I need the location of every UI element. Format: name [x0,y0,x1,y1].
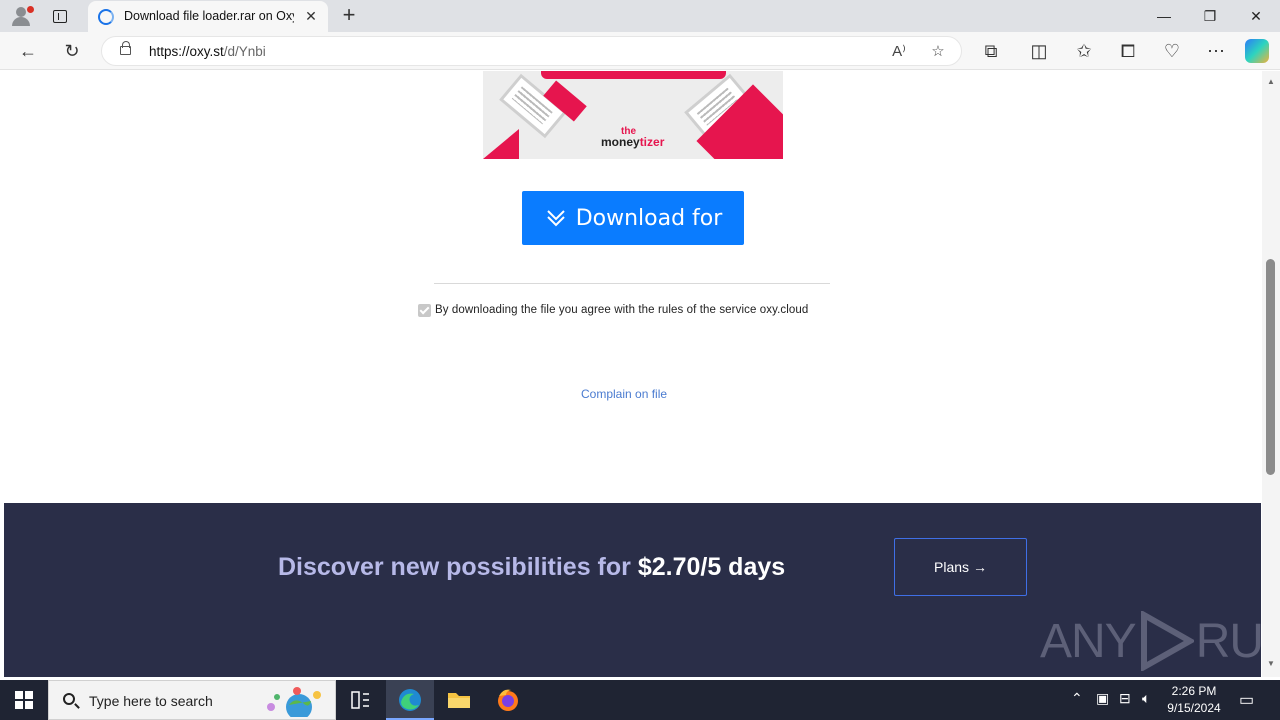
favorite-star-icon[interactable]: ☆ [927,41,949,63]
tray-chevron-icon[interactable]: ⌃ [1071,690,1083,707]
oxy-favicon-icon [98,9,114,25]
moneytizer-logo: the moneytizer [601,126,665,149]
browser-essentials-icon[interactable]: ♡ [1158,37,1186,65]
refresh-icon[interactable]: ↻ [58,37,86,65]
divider [434,283,830,284]
profile-icon[interactable] [8,4,36,28]
taskbar-clock[interactable]: 2:26 PM 9/15/2024 [1162,683,1226,717]
ad-banner[interactable]: the moneytizer [483,71,783,159]
windows-taskbar: Type here to search ⌃ ▣ ⊟ 🔈︎ 2:26 PM 9/1… [0,680,1280,720]
back-icon[interactable]: ← [14,37,42,65]
copilot-icon[interactable] [1245,39,1269,63]
search-placeholder: Type here to search [89,693,213,709]
minimize-icon[interactable]: — [1141,0,1187,32]
collections-icon[interactable]: ⧠ [1114,37,1142,65]
anyrun-play-icon [1140,611,1194,671]
tab-title: Download file loader.rar on Oxy.Cloud [124,9,294,23]
network-icon[interactable]: ⊟ [1119,690,1131,707]
active-tab[interactable]: Download file loader.rar on Oxy.Cloud ✕ [88,1,328,32]
scroll-thumb[interactable] [1266,259,1275,475]
complain-link[interactable]: Complain on file [581,387,667,401]
more-menu-icon[interactable]: ⋯ [1202,37,1230,65]
scroll-down-icon[interactable]: ▼ [1266,659,1276,669]
anyrun-watermark: ANY RUN [1040,611,1262,671]
new-tab-icon[interactable]: + [337,4,361,28]
page-viewport: the moneytizer Download for By downloadi… [0,71,1262,677]
ad-pink-bar [541,71,726,79]
ad-pink-shape-left [483,129,519,159]
plans-button[interactable]: Plans → [894,538,1027,596]
close-window-icon[interactable]: ✕ [1233,0,1279,32]
download-button[interactable]: Download for [522,191,744,245]
agree-text: By downloading the file you agree with t… [435,304,809,316]
address-bar[interactable]: https://oxy.st/d/Ynbi A⁾ ☆ [101,36,962,66]
file-explorer-icon[interactable] [435,680,483,720]
promo-headline: Discover new possibilities for $2.70/5 d… [278,553,786,581]
scroll-up-icon[interactable]: ▲ [1266,77,1276,87]
agree-checkbox[interactable] [418,303,431,317]
read-aloud-icon[interactable]: A⁾ [888,41,910,63]
edge-taskbar-icon[interactable] [386,680,434,720]
search-highlight-icon [267,687,321,717]
browser-toolbar: ← ↻ https://oxy.st/d/Ynbi A⁾ ☆ ⧉ ◫ ✩ ⧠ ♡… [0,32,1280,70]
favorites-icon[interactable]: ✩ [1070,37,1098,65]
double-chevron-down-icon [546,210,565,227]
browser-tab-bar: Download file loader.rar on Oxy.Cloud ✕ … [0,0,1280,32]
windows-start-icon[interactable] [0,680,48,720]
taskbar-search-box[interactable]: Type here to search [48,680,336,720]
url-text: https://oxy.st/d/Ynbi [149,44,266,59]
notifications-icon[interactable]: ▭ [1239,690,1254,710]
agree-row: By downloading the file you agree with t… [418,302,808,318]
tab-actions-icon[interactable] [46,6,74,28]
promo-banner: Discover new possibilities for $2.70/5 d… [4,503,1262,677]
volume-icon[interactable]: 🔈︎ [1142,690,1150,707]
task-view-icon[interactable] [336,680,384,720]
search-icon [63,693,75,705]
lock-icon[interactable] [120,41,131,55]
tab-close-icon[interactable]: ✕ [302,7,320,25]
restore-icon[interactable]: ❐ [1187,0,1233,32]
firefox-icon[interactable] [484,680,532,720]
meet-now-icon[interactable]: ▣ [1096,690,1109,707]
download-button-label: Download for [575,205,723,231]
split-screen-icon[interactable]: ◫ [1025,37,1053,65]
extensions-icon[interactable]: ⧉ [977,37,1005,65]
page-scrollbar[interactable]: ▲ ▼ [1262,71,1280,677]
